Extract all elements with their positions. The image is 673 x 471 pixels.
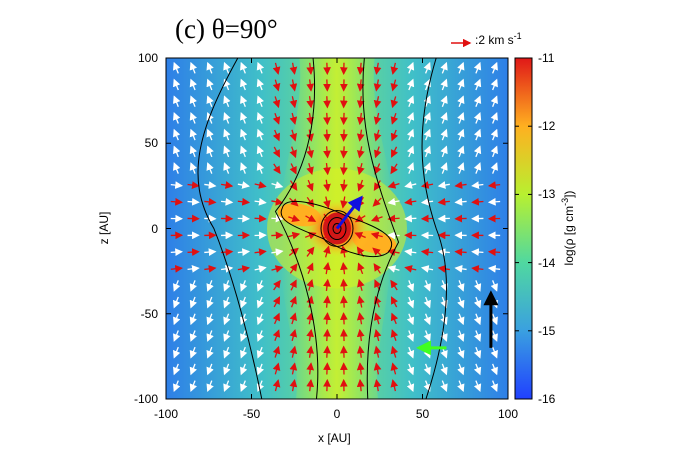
x-tick-label-2: 0 <box>333 407 341 421</box>
velocity-vector-130 <box>340 162 348 176</box>
velocity-vector-161 <box>187 197 200 206</box>
velocity-vector-89 <box>323 129 331 142</box>
velocity-vector-290 <box>340 295 348 308</box>
colorbar-tick-label-4: -15 <box>538 323 556 338</box>
density-velocity-figure: (c) θ=90° :2 km s-1 -100 -50 0 50 100 10… <box>0 0 673 471</box>
velocity-vector-110 <box>340 146 348 159</box>
velocity-vector-194 <box>404 214 417 223</box>
velocity-vector-185 <box>254 214 267 223</box>
y-tick-label-2: 0 <box>151 221 158 236</box>
velocity-vector-29 <box>323 79 331 92</box>
velocity-vector-220 <box>170 248 184 256</box>
x-tick-label-1: -50 <box>242 407 261 421</box>
colorbar-tick-label-3: -14 <box>538 255 556 270</box>
y-tick-label-3: -50 <box>140 306 158 321</box>
y-tick-label-1: 50 <box>144 136 158 151</box>
velocity-vector-309 <box>323 312 331 325</box>
velocity-vector-239 <box>487 248 501 256</box>
velocity-vector-237 <box>454 248 467 256</box>
x-tick-label-4: 100 <box>497 407 519 421</box>
velocity-vector-186 <box>271 214 284 223</box>
velocity-vector-69 <box>323 112 331 126</box>
velocity-vector-178 <box>471 197 484 206</box>
velocity-vector-222 <box>204 248 217 256</box>
colorbar-label-exp: -3 <box>560 197 570 206</box>
colorbar-tick-label-0: -11 <box>538 51 555 65</box>
colorbar-label-end: ]) <box>562 190 576 198</box>
y-tick-label-0: 100 <box>137 51 158 65</box>
velocity-vector-213 <box>387 231 400 240</box>
colorbar-tick-label-5: -16 <box>538 392 556 406</box>
y-tick-label-4: -100 <box>133 392 158 406</box>
colorbar-label: log(ρ [g cm-3]) <box>560 191 576 266</box>
velocity-vector-369 <box>323 362 331 375</box>
velocity-vector-238 <box>471 248 484 256</box>
velocity-vector-270 <box>340 278 348 291</box>
colorbar <box>514 57 533 400</box>
velocity-vector-162 <box>204 197 217 206</box>
velocity-vector-310 <box>339 312 348 325</box>
colorbar-label-text: log(ρ [g cm <box>562 205 576 266</box>
colorbar-tick-label-1: -12 <box>538 119 556 134</box>
colorbar-gradient <box>514 57 533 400</box>
velocity-vector-221 <box>187 248 200 256</box>
velocity-vector-90 <box>339 129 348 142</box>
x-axis-label: x [AU] <box>318 431 351 445</box>
x-tick-label-0: -100 <box>153 407 179 421</box>
velocity-vector-329 <box>323 328 331 342</box>
colorbar-tick-label-2: -13 <box>538 187 556 202</box>
velocity-vector-349 <box>323 345 331 358</box>
velocity-vector-160 <box>170 197 184 206</box>
x-tick-label-3: 50 <box>415 407 430 421</box>
y-axis-label: z [AU] <box>97 211 111 245</box>
velocity-vector-49 <box>323 96 331 109</box>
velocity-vector-179 <box>487 197 501 206</box>
